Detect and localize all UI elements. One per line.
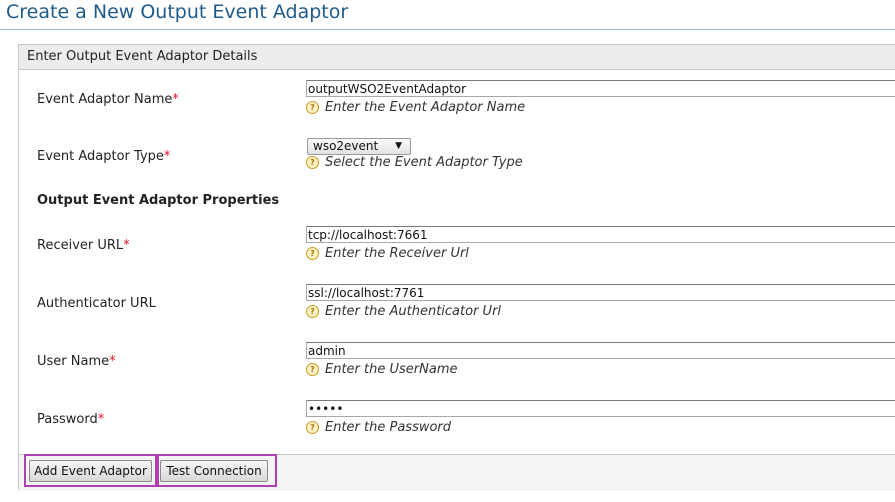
- authenticator-url-label: Authenticator URL: [37, 296, 156, 311]
- user-name-input[interactable]: [306, 342, 895, 359]
- required-marker: *: [163, 149, 171, 164]
- help-icon: ?: [306, 421, 319, 434]
- help-icon: ?: [306, 101, 319, 114]
- adaptor-type-label: Event Adaptor Type*: [37, 149, 171, 164]
- panel-header: Enter Output Event Adaptor Details: [19, 45, 895, 70]
- adaptor-name-hint: ? Enter the Event Adaptor Name: [306, 100, 525, 115]
- adaptor-name-label: Event Adaptor Name*: [37, 92, 179, 107]
- authenticator-url-hint: ? Enter the Authenticator Url: [306, 304, 501, 319]
- page-title: Create a New Output Event Adaptor: [6, 1, 349, 23]
- required-marker: *: [172, 92, 179, 107]
- adaptor-type-select[interactable]: wso2event ▼: [307, 138, 411, 155]
- help-icon: ?: [306, 156, 319, 169]
- help-icon: ?: [306, 363, 319, 376]
- add-event-adaptor-button[interactable]: Add Event Adaptor: [29, 460, 152, 482]
- authenticator-url-input[interactable]: [306, 284, 895, 301]
- required-marker: *: [97, 412, 105, 427]
- title-divider: [0, 29, 895, 30]
- password-label: Password*: [37, 412, 105, 427]
- help-icon: ?: [306, 247, 319, 260]
- password-input[interactable]: [306, 400, 895, 417]
- adaptor-type-hint: ? Select the Event Adaptor Type: [306, 155, 523, 170]
- help-icon: ?: [306, 305, 319, 318]
- chevron-down-icon: ▼: [395, 141, 402, 151]
- user-name-label: User Name*: [37, 354, 116, 369]
- adaptor-details-panel: Enter Output Event Adaptor Details Event…: [18, 44, 895, 491]
- test-connection-button[interactable]: Test Connection: [160, 460, 268, 482]
- properties-section-title: Output Event Adaptor Properties: [37, 193, 280, 208]
- receiver-url-hint: ? Enter the Receiver Url: [306, 246, 469, 261]
- receiver-url-label: Receiver URL*: [37, 238, 130, 253]
- button-bar: Add Event Adaptor Test Connection: [19, 454, 895, 491]
- adaptor-name-input[interactable]: [306, 80, 895, 97]
- required-marker: *: [109, 354, 116, 369]
- receiver-url-input[interactable]: [306, 226, 895, 243]
- user-name-hint: ? Enter the UserName: [306, 362, 457, 377]
- password-hint: ? Enter the Password: [306, 420, 451, 435]
- required-marker: *: [123, 238, 130, 253]
